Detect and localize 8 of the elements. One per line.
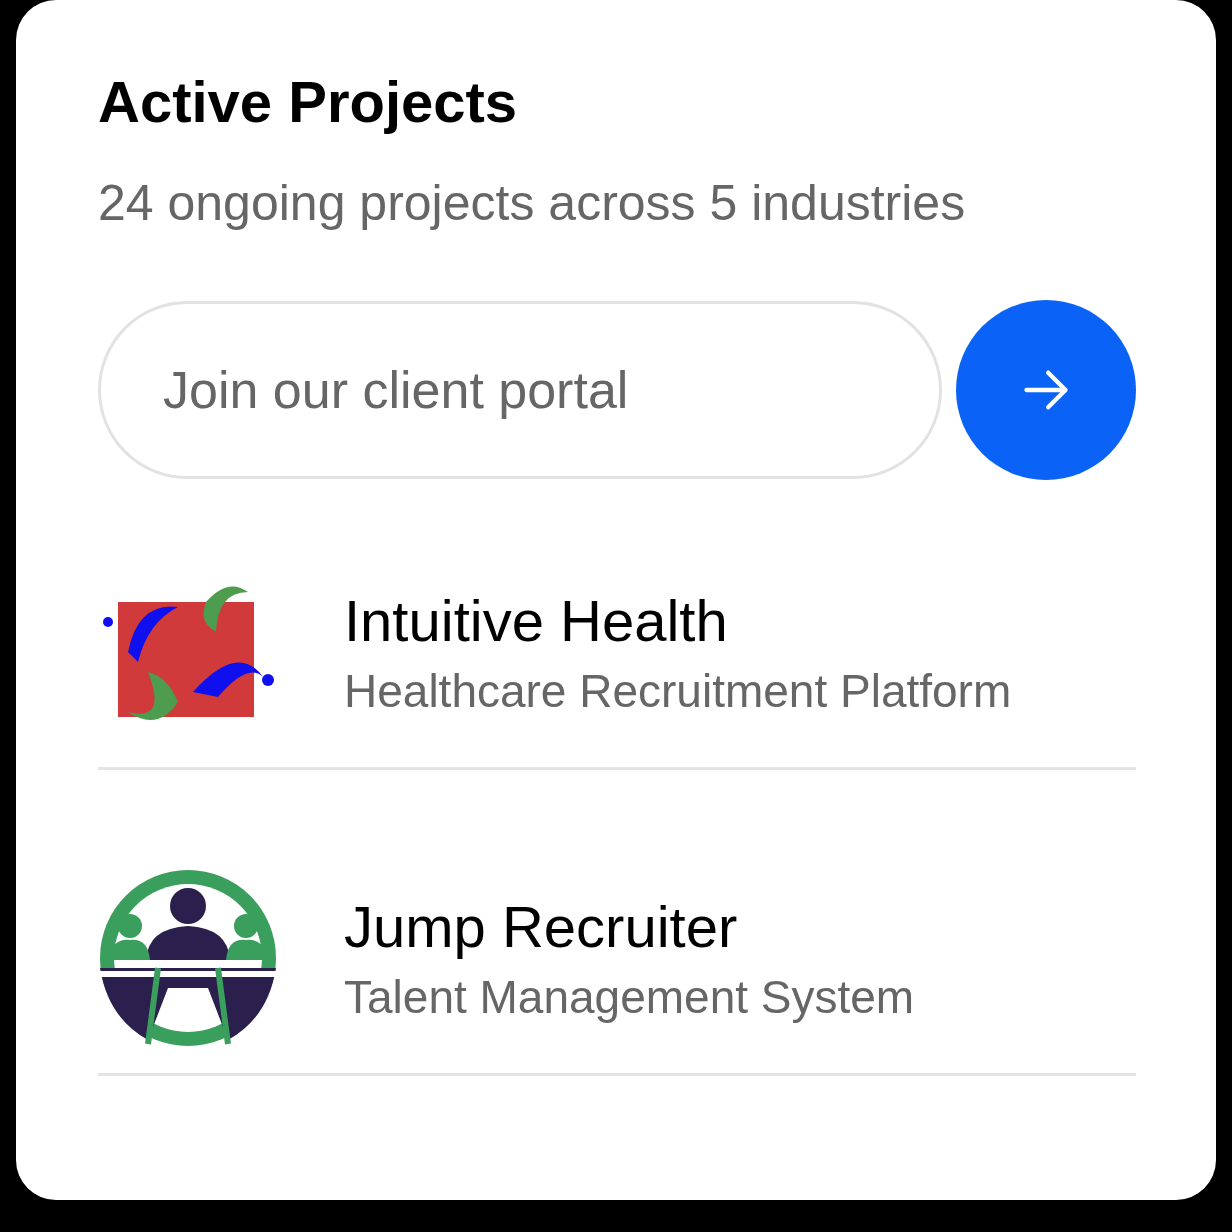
card-subtitle: 24 ongoing projects across 5 industries (98, 174, 967, 233)
globe-people-logo-icon (98, 867, 278, 1048)
email-field[interactable]: Join our client portal (98, 301, 943, 479)
card-title: Active Projects (98, 68, 519, 136)
project-description: Talent Management System (344, 969, 915, 1025)
project-name: Jump Recruiter (344, 892, 739, 961)
project-description: Healthcare Recruitment Platform (344, 663, 1012, 719)
project-name: Intuitive Health (344, 586, 729, 655)
